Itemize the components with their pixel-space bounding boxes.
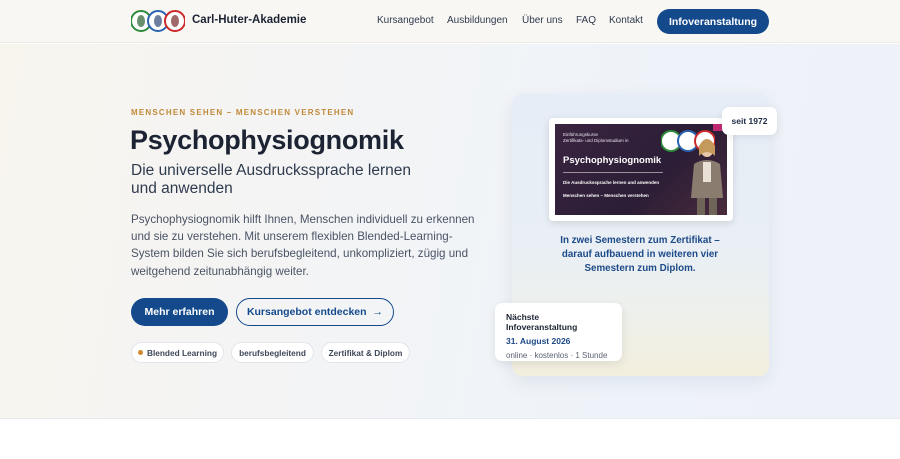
brand-name[interactable]: Carl-Huter-Akademie: [192, 14, 306, 26]
site-header: Carl-Huter-Akademie Kursangebot Ausbildu…: [0, 0, 900, 43]
chip-berufsbegleitend: berufsbegleitend: [231, 342, 314, 363]
brochure-line-1: Einführungskurse: [563, 132, 599, 137]
brochure-title: Psychophysiognomik: [563, 155, 662, 166]
hero-lead: Psychophysiognomik hilft Ihnen, Menschen…: [131, 213, 475, 278]
brochure-sub-1: Die Ausdruckssprache lernen und anwenden: [563, 180, 660, 185]
nav-ausbildungen[interactable]: Ausbildungen: [447, 15, 508, 26]
nav-ueber-uns[interactable]: Über uns: [522, 15, 563, 26]
brochure-cover: Einführungskurse Zertifikats- und Diplom…: [555, 124, 727, 215]
event-title: Nächste Infoveranstaltung: [506, 312, 578, 332]
chip-blended-learning: Blended Learning: [131, 342, 224, 363]
page-title: Psychophysiognomik: [130, 125, 404, 155]
dot-icon: [137, 350, 143, 355]
chip-zertifikat-diplom: Zertifikat & Diplom: [321, 342, 410, 363]
hero-eyebrow: MENSCHEN SEHEN – MENSCHEN VERSTEHEN: [131, 108, 355, 117]
logo-faces-icon[interactable]: [131, 9, 185, 33]
brochure-sub-2: Menschen sehen – Menschen verstehen: [563, 193, 649, 198]
person-photo: [691, 139, 723, 215]
brochure-preview: Einführungskurse Zertifikats- und Diplom…: [549, 118, 733, 221]
nav-kontakt[interactable]: Kontakt: [609, 15, 643, 26]
chip-label: Zertifikat & Diplom: [328, 347, 403, 358]
kursangebot-entdecken-label: Kursangebot entdecken: [246, 306, 367, 318]
event-meta: online · kostenlos · 1 Stunde: [506, 351, 608, 360]
study-path-text: In zwei Semestern zum Zertifikat – darau…: [560, 235, 720, 274]
chip-label: berufsbegleitend: [239, 347, 306, 358]
nav-faq[interactable]: FAQ: [576, 15, 596, 26]
nav-kursangebot[interactable]: Kursangebot: [377, 15, 434, 26]
mehr-erfahren-button[interactable]: Mehr erfahren: [131, 298, 228, 326]
next-event-card[interactable]: Nächste Infoveranstaltung 31. August 202…: [495, 303, 622, 361]
brochure-divider: [563, 172, 663, 173]
arrow-right-icon: →: [372, 306, 384, 318]
chip-label: Blended Learning: [146, 347, 218, 358]
brochure-line-2: Zertifikats- und Diplomstudium in: [563, 138, 629, 143]
kursangebot-entdecken-button[interactable]: Kursangebot entdecken →: [236, 298, 394, 326]
infoveranstaltung-button[interactable]: Infoveranstaltung: [657, 9, 769, 34]
event-date: 31. August 2026: [506, 336, 571, 346]
seit-1972-badge: seit 1972: [722, 107, 777, 135]
hero-subtitle: Die universelle Ausdruckssprache lernen …: [131, 162, 412, 197]
